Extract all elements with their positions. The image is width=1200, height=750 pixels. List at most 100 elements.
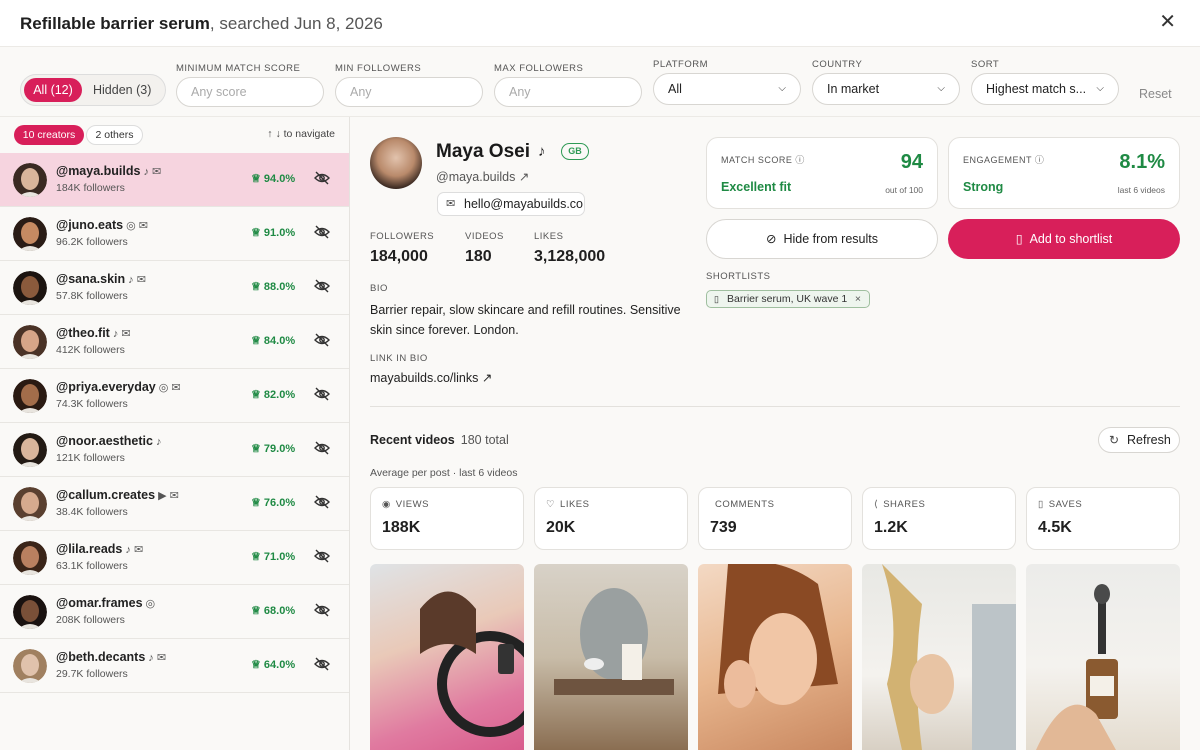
list-item[interactable]: @sana.skin ♪ ✉ 57.8K followers ♕ 88.0% <box>0 261 349 315</box>
eye-off-icon[interactable] <box>314 548 330 564</box>
platform-icons: ♪ ✉ <box>125 544 144 556</box>
profile-link[interactable]: @maya.builds ↗ <box>436 169 529 184</box>
email-chip[interactable]: ✉ hello@mayabuilds.co <box>437 192 585 216</box>
metric-icon: ♡ <box>546 499 556 510</box>
trophy-icon: ♕ <box>251 659 264 671</box>
chevron-down-icon: ⌵ <box>937 83 945 94</box>
country-badge: GB <box>561 143 589 160</box>
follower-count: 74.3K followers <box>56 398 128 410</box>
refresh-button[interactable]: ↻ Refresh <box>1098 427 1180 453</box>
bio-link[interactable]: mayabuilds.co/links ↗ <box>370 370 492 385</box>
video-thumbnail[interactable] <box>862 564 1016 750</box>
remove-chip-icon[interactable]: × <box>855 291 861 307</box>
avatar <box>13 541 47 575</box>
eye-off-icon[interactable] <box>314 278 330 294</box>
chevron-down-icon: ⌵ <box>778 83 786 94</box>
platform-icons: ♪ <box>155 436 162 448</box>
eye-off-icon[interactable] <box>314 602 330 618</box>
list-item[interactable]: @omar.frames ◎ 208K followers ♕ 68.0% <box>0 585 349 639</box>
match-status: Excellent fit <box>721 180 792 194</box>
follower-count: 121K followers <box>56 452 125 464</box>
visibility-toggle[interactable]: All (12) Hidden (3) <box>20 74 166 106</box>
video-thumbnail[interactable] <box>534 564 688 750</box>
list-item[interactable]: @lila.reads ♪ ✉ 63.1K followers ♕ 71.0% <box>0 531 349 585</box>
list-item[interactable]: @theo.fit ♪ ✉ 412K followers ♕ 84.0% <box>0 315 349 369</box>
trophy-icon: ♕ <box>251 389 264 401</box>
shortlist-chip[interactable]: ▯ Barrier serum, UK wave 1 × <box>706 290 870 308</box>
metric-label: VIEWS <box>395 499 429 510</box>
list-item[interactable]: @juno.eats ◎ ✉ 96.2K followers ♕ 91.0% <box>0 207 349 261</box>
list-item[interactable]: @beth.decants ♪ ✉ 29.7K followers ♕ 64.0% <box>0 639 349 693</box>
sort-label: SORT <box>971 59 1000 70</box>
creator-handle: @sana.skin ♪ ✉ <box>56 272 146 286</box>
engagement-status: Strong <box>963 180 1004 194</box>
videos-label: VIDEOS <box>465 231 504 242</box>
eye-off-icon[interactable] <box>314 386 330 402</box>
likes-value: 3,128,000 <box>534 248 606 265</box>
metric-icon: ⟨ <box>874 499 879 510</box>
match-score: ♕ 71.0% <box>251 551 296 563</box>
platform-icons: ◎ ✉ <box>158 382 181 394</box>
video-thumbnail[interactable] <box>370 564 524 750</box>
creator-handle: @theo.fit ♪ ✉ <box>56 326 131 340</box>
min-followers-input[interactable]: Any <box>335 77 483 107</box>
tab-all[interactable]: All (12) <box>24 78 82 102</box>
eye-off-icon[interactable] <box>314 440 330 456</box>
metric-label: SHARES <box>883 499 926 510</box>
creator-handle: @omar.frames ◎ <box>56 596 156 610</box>
match-score: ♕ 91.0% <box>251 227 296 239</box>
max-followers-input[interactable]: Any <box>494 77 642 107</box>
metric-value: 739 <box>710 519 737 536</box>
tab-others[interactable]: 2 others <box>86 125 143 145</box>
engagement-footnote: last 6 videos <box>1117 185 1165 195</box>
mail-icon: ✉ <box>446 198 456 210</box>
add-to-shortlist-button[interactable]: ▯ Add to shortlist <box>948 219 1180 259</box>
creator-handle: @lila.reads ♪ ✉ <box>56 542 144 556</box>
close-icon[interactable]: ✕ <box>1159 12 1176 32</box>
eye-off-icon[interactable] <box>314 224 330 240</box>
trophy-icon: ♕ <box>251 551 264 563</box>
eye-off-icon[interactable] <box>314 494 330 510</box>
top-bar: Refillable barrier serum, searched Jun 8… <box>0 0 1200 47</box>
likes-label: LIKES <box>534 231 564 242</box>
country-select[interactable]: In market ⌵ <box>812 73 960 105</box>
match-score: ♕ 79.0% <box>251 443 296 455</box>
follower-count: 412K followers <box>56 344 125 356</box>
avatar <box>13 379 47 413</box>
follower-count: 96.2K followers <box>56 236 128 248</box>
vanity-graphic <box>554 588 674 695</box>
search-title: Refillable barrier serum, searched Jun 8… <box>20 14 383 33</box>
metric-icon: ▯ <box>1038 499 1044 510</box>
follower-count: 57.8K followers <box>56 290 128 302</box>
list-item[interactable]: @priya.everyday ◎ ✉ 74.3K followers ♕ 82.0% <box>0 369 349 423</box>
follower-count: 208K followers <box>56 614 125 626</box>
metric-value: 188K <box>382 519 421 536</box>
filter-bar: All (12) Hidden (3) MINIMUM MATCH SCORE … <box>0 47 1200 117</box>
min-score-input[interactable]: Any score <box>176 77 324 107</box>
serum-pour-graphic <box>882 564 1016 750</box>
list-item[interactable]: @callum.creates ▶ ✉ 38.4K followers ♕ 76.0% <box>0 477 349 531</box>
eye-off-icon[interactable] <box>314 170 330 186</box>
creator-handle: @beth.decants ♪ ✉ <box>56 650 167 664</box>
match-score: ♕ 64.0% <box>251 659 296 671</box>
tab-creators[interactable]: 10 creators <box>14 125 84 145</box>
avatar <box>13 325 47 359</box>
list-item[interactable]: @maya.builds ♪ ✉ 184K followers ♕ 94.0% <box>0 153 349 207</box>
metric-card-shares: ⟨ SHARES 1.2K <box>862 487 1016 550</box>
eye-off-icon[interactable] <box>314 656 330 672</box>
sort-select[interactable]: Highest match s... ⌵ <box>971 73 1119 105</box>
followers-label: FOLLOWERS <box>370 231 435 242</box>
creator-handle: @noor.aesthetic ♪ <box>56 434 162 448</box>
platform-icons: ▶ ✉ <box>158 490 179 502</box>
hide-button[interactable]: ⊘ Hide from results <box>706 219 938 259</box>
trophy-icon: ♕ <box>251 281 264 293</box>
list-item[interactable]: @noor.aesthetic ♪ 121K followers ♕ 79.0% <box>0 423 349 477</box>
reset-button[interactable]: Reset <box>1139 87 1172 101</box>
follower-count: 38.4K followers <box>56 506 128 518</box>
video-thumbnail[interactable] <box>698 564 852 750</box>
trophy-icon: ♕ <box>251 605 264 617</box>
platform-select[interactable]: All ⌵ <box>653 73 801 105</box>
tab-hidden[interactable]: Hidden (3) <box>93 78 151 102</box>
video-thumbnail[interactable] <box>1026 564 1180 750</box>
eye-off-icon[interactable] <box>314 332 330 348</box>
